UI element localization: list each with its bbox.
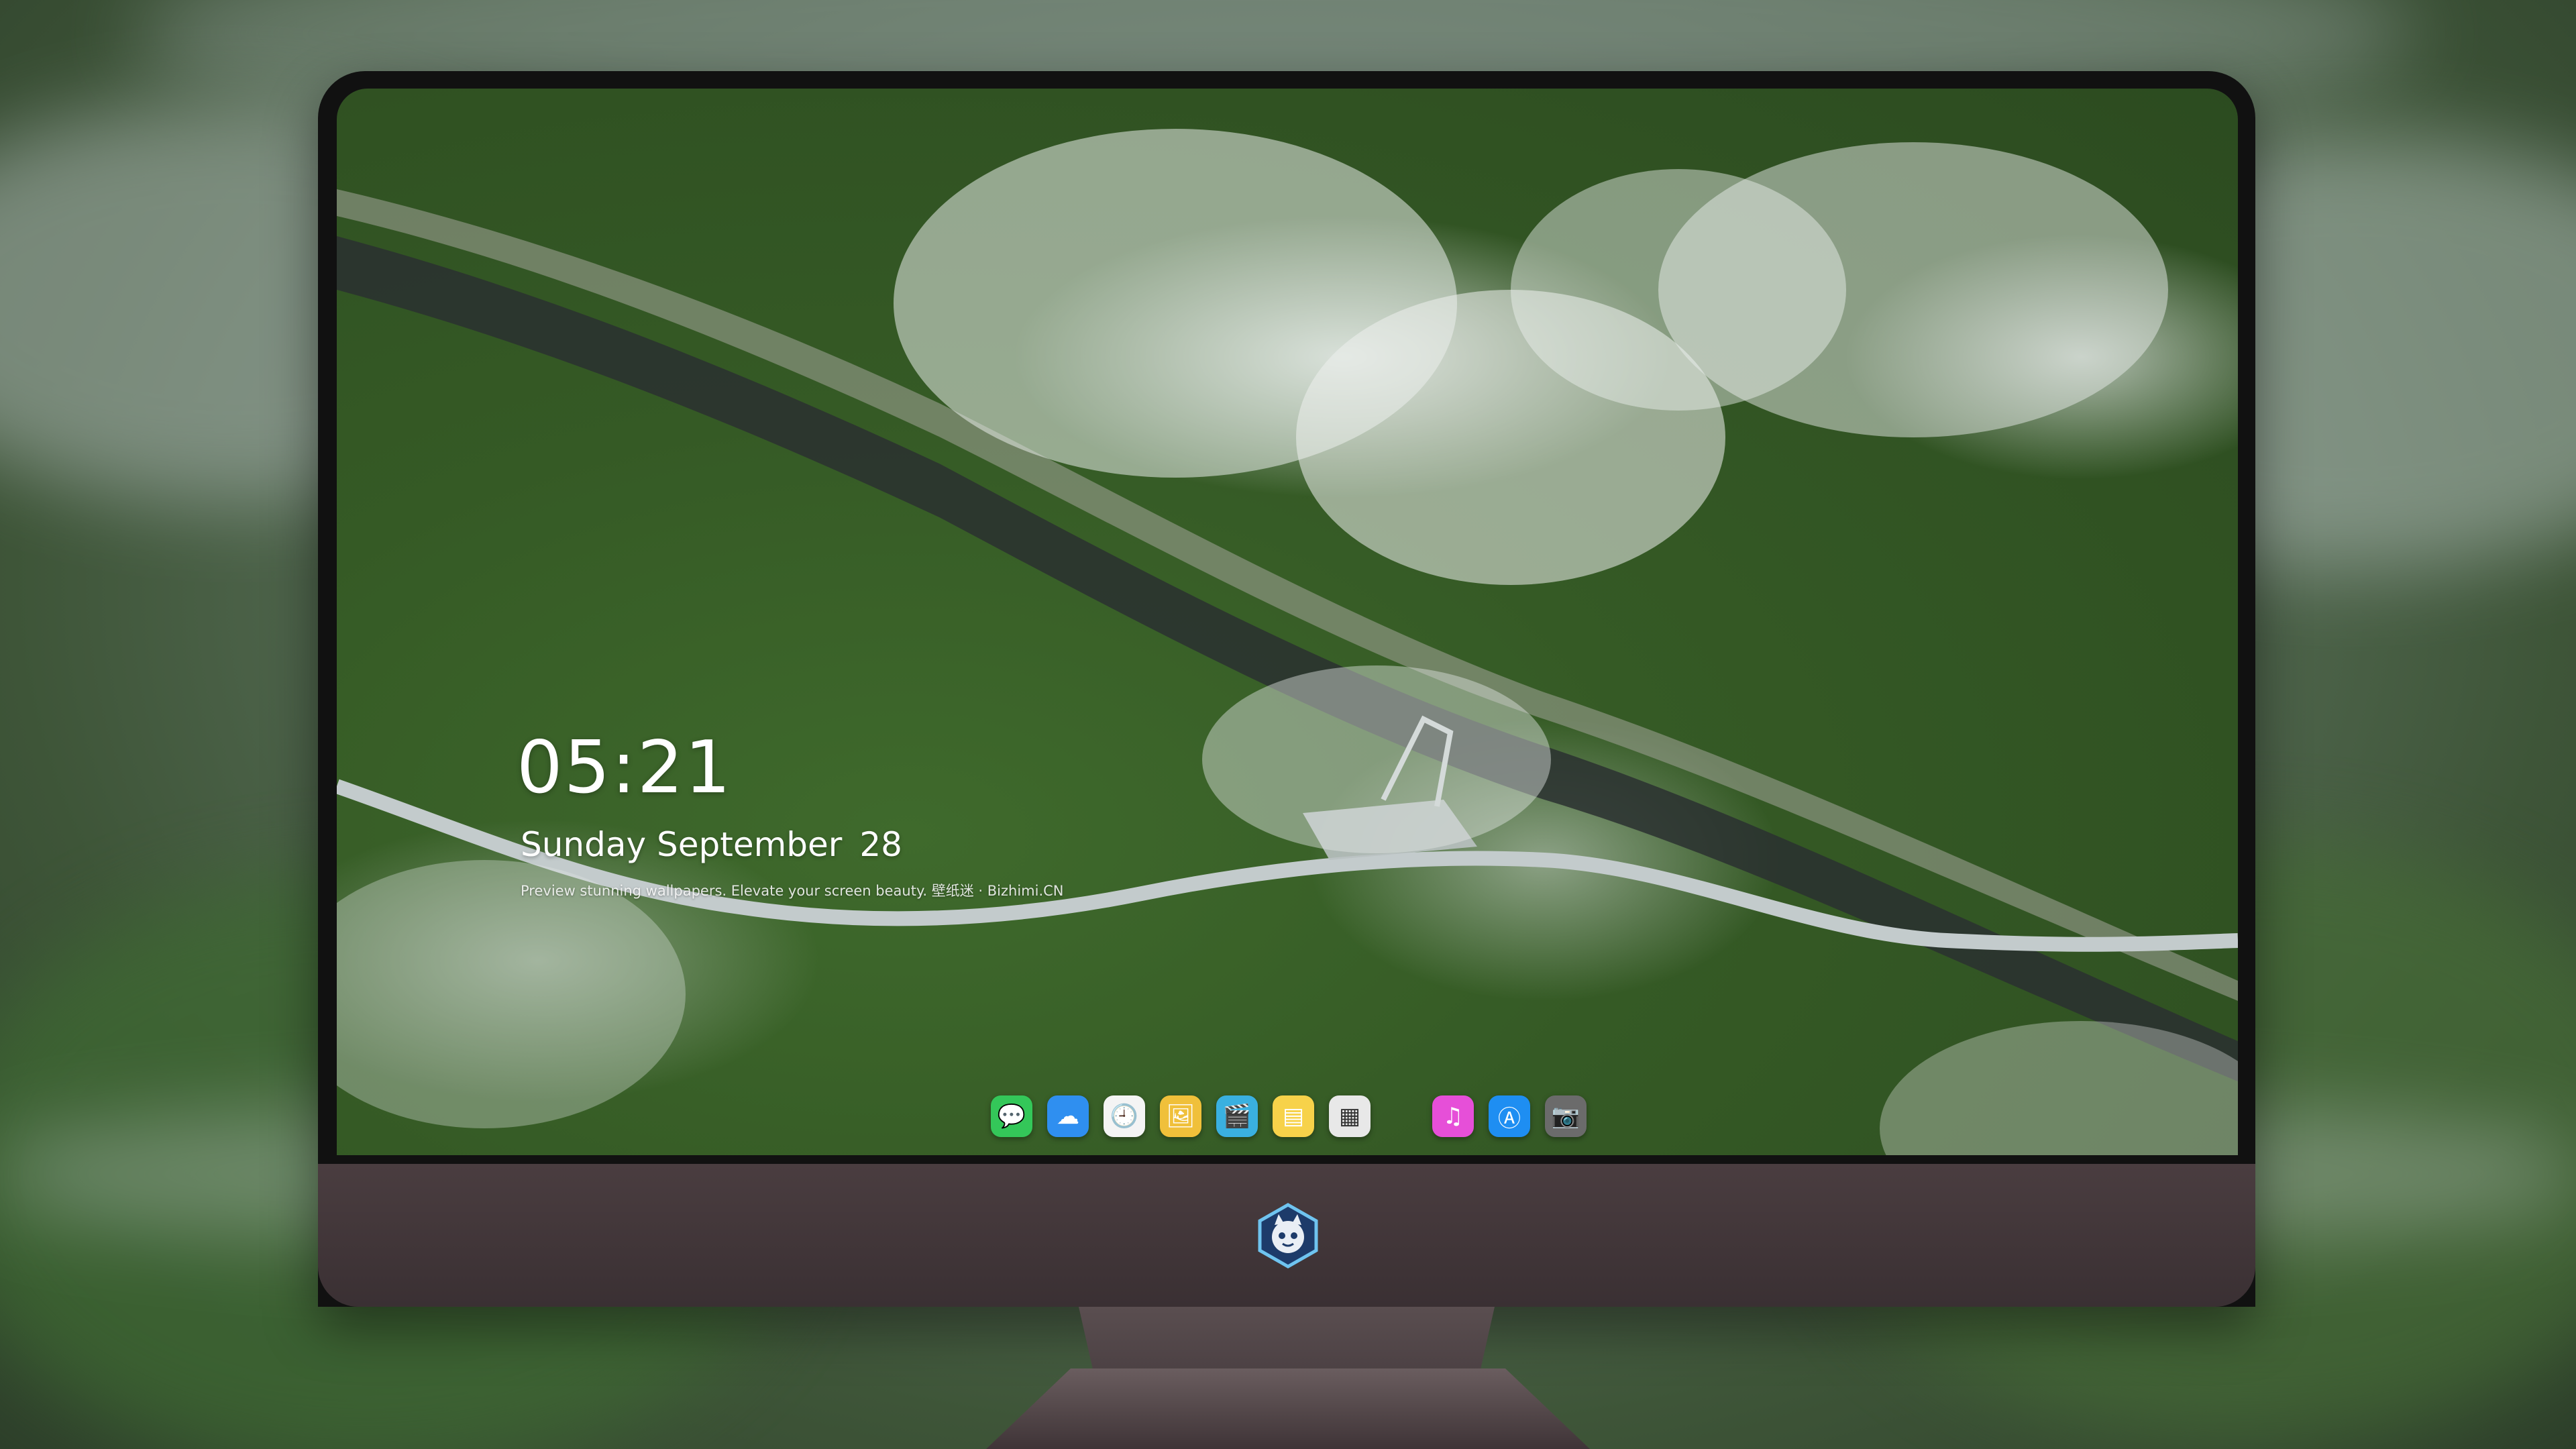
video-icon[interactable]: 🎬 <box>1216 1095 1258 1137</box>
dock: 💬 ☁ 🕘 🖼 🎬 ▤ ▦ ♫ Ⓐ 📷 <box>991 1091 1587 1142</box>
monitor-stand-base <box>986 1368 1590 1449</box>
photo-icon[interactable]: ▦ <box>1329 1095 1371 1137</box>
camera-icon[interactable]: 📷 <box>1545 1095 1587 1137</box>
preview-icon[interactable]: 🖼 <box>1160 1095 1201 1137</box>
wallpaper-terrain <box>337 129 2238 1155</box>
music-icon[interactable]: ♫ <box>1432 1095 1474 1137</box>
date-day-month: Sunday September <box>521 825 843 864</box>
clock-icon[interactable]: 🕘 <box>1104 1095 1145 1137</box>
weather-icon[interactable]: ☁ <box>1047 1095 1089 1137</box>
date-day-number: 28 <box>859 825 902 864</box>
messages-icon[interactable]: 💬 <box>991 1095 1032 1137</box>
lock-screen: 05:21 Sunday September 28 Preview stunnin… <box>337 89 2238 1155</box>
app-store-icon[interactable]: Ⓐ <box>1489 1095 1530 1137</box>
mascot-logo <box>1253 1201 1323 1271</box>
notes-icon[interactable]: ▤ <box>1273 1095 1314 1137</box>
lock-screen-date: Sunday September 28 <box>521 825 902 864</box>
lock-screen-time: 05:21 <box>517 726 733 810</box>
wallpaper-caption: Preview stunning wallpapers. Elevate you… <box>521 883 1064 899</box>
